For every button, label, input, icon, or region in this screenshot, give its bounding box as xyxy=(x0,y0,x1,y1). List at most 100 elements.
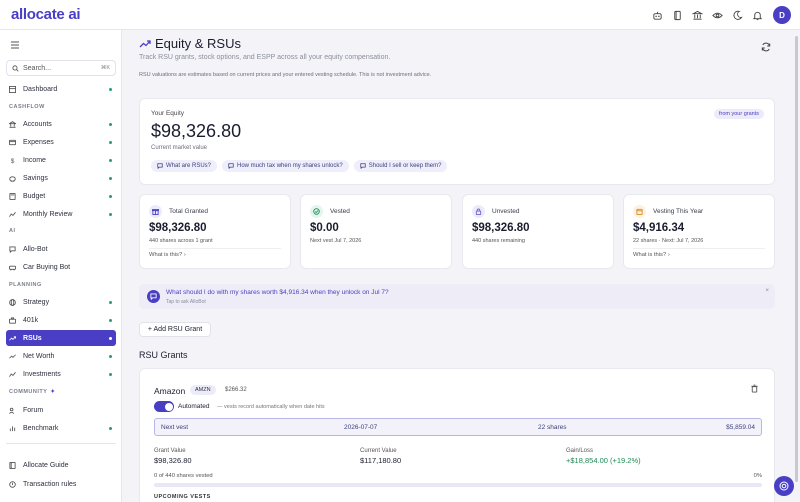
search-input[interactable]: Search... ⌘K xyxy=(6,60,116,76)
sidebar-item-label: Monthly Review xyxy=(23,210,73,218)
refresh-icon[interactable] xyxy=(761,42,771,52)
trash-icon[interactable] xyxy=(750,384,759,393)
stat-note: 440 shares across 1 grant xyxy=(149,238,213,244)
sidebar-item-label: RSUs xyxy=(23,334,42,342)
bell-icon[interactable] xyxy=(747,5,767,25)
book-icon[interactable] xyxy=(667,5,687,25)
moon-icon[interactable] xyxy=(727,5,747,25)
help-button[interactable] xyxy=(774,476,794,496)
top-icons: D xyxy=(647,0,800,30)
section-community-label: COMMUNITY xyxy=(9,389,48,395)
link-label: What is this? xyxy=(633,252,667,258)
chip-tax-question[interactable]: How much tax when my shares unlock? xyxy=(222,160,349,172)
status-dot xyxy=(109,122,112,126)
sidebar-item-monthly-review[interactable]: Monthly Review xyxy=(6,206,116,222)
sidebar-item-benchmark[interactable]: Benchmark xyxy=(6,420,116,436)
stat-value: $98,326.80 xyxy=(149,222,207,234)
bank-icon[interactable] xyxy=(687,5,707,25)
sparkle-icon: ✦ xyxy=(50,389,56,395)
close-icon[interactable]: × xyxy=(765,288,769,294)
stat-note: 22 shares · Next: Jul 7, 2026 xyxy=(633,238,704,244)
chip-what-are-rsus[interactable]: What are RSUs? xyxy=(151,160,218,172)
status-dot xyxy=(109,372,112,376)
chat-bubble-icon xyxy=(360,163,366,169)
hamburger-menu-icon[interactable] xyxy=(10,40,20,50)
sidebar-item-car-buying-bot[interactable]: Car Buying Bot xyxy=(6,259,116,275)
section-cashflow: CASHFLOW xyxy=(9,104,45,110)
sidebar-item-label: Income xyxy=(23,156,46,164)
sidebar-item-income[interactable]: $ Income xyxy=(6,152,116,168)
what-is-this-link[interactable]: What is this? › xyxy=(149,252,186,258)
stat-card-unvested: Unvested $98,326.80 440 shares remaining xyxy=(462,194,614,269)
sidebar-item-accounts[interactable]: Accounts xyxy=(6,116,116,132)
sidebar-item-label: Allocate Guide xyxy=(23,461,69,469)
vesting-progress-bar xyxy=(154,483,762,487)
calculator-icon xyxy=(9,192,16,200)
suggested-question: What should I do with my shares worth $4… xyxy=(166,289,389,296)
sidebar-item-label: Allo-Bot xyxy=(23,245,48,253)
eye-icon[interactable] xyxy=(707,5,727,25)
sidebar-item-label: Benchmark xyxy=(23,424,59,432)
grant-card: Amazon AMZN $266.32 Automated — vests re… xyxy=(139,368,775,502)
status-dot xyxy=(109,194,112,198)
stat-value: $4,916.34 xyxy=(633,222,685,234)
sidebar-item-budget[interactable]: Budget xyxy=(6,188,116,204)
chevron-right-icon: › xyxy=(183,252,186,258)
section-community: COMMUNITY ✦ xyxy=(9,389,56,395)
chat-bubble-icon xyxy=(9,245,16,253)
chat-bubble-icon xyxy=(147,290,160,303)
app-logo[interactable]: allocate ai xyxy=(11,6,81,23)
sidebar-item-rsus[interactable]: RSUs xyxy=(6,330,116,346)
status-dot xyxy=(109,300,112,304)
sidebar-item-forum[interactable]: Forum xyxy=(6,402,116,418)
trending-up-icon xyxy=(9,335,16,341)
current-value-label: Current Value xyxy=(360,448,397,454)
vested-shares-text: 0 of 440 shares vested xyxy=(154,473,213,479)
sidebar-item-allocate-guide[interactable]: Allocate Guide xyxy=(6,457,116,473)
status-dot xyxy=(109,318,112,322)
sidebar-item-label: Dashboard xyxy=(23,85,58,93)
page-scrollbar[interactable] xyxy=(795,36,798,482)
dashboard-icon xyxy=(9,85,16,93)
automated-toggle[interactable] xyxy=(154,401,174,412)
chip-label: What are RSUs? xyxy=(166,163,212,169)
sidebar-item-net-worth[interactable]: Net Worth xyxy=(6,348,116,364)
stat-label: Unvested xyxy=(492,208,520,215)
main-content: Equity & RSUs Track RSU grants, stock op… xyxy=(122,30,800,502)
next-vest-label: Next vest xyxy=(161,424,189,431)
section-title: RSU Grants xyxy=(139,350,188,360)
equity-label: Your Equity xyxy=(151,110,185,117)
sidebar-item-expenses[interactable]: Expenses xyxy=(6,134,116,150)
robot-icon[interactable] xyxy=(647,5,667,25)
chip-sell-or-keep[interactable]: Should I sell or keep them? xyxy=(353,160,448,172)
sidebar-item-label: Net Worth xyxy=(23,352,55,360)
gain-loss-label: Gain/Loss xyxy=(566,448,594,454)
sidebar-item-strategy[interactable]: Strategy xyxy=(6,294,116,310)
sidebar-item-label: Investments xyxy=(23,370,61,378)
search-icon xyxy=(12,64,19,72)
page-disclaimer: RSU valuations are estimates based on cu… xyxy=(139,72,432,78)
sidebar-item-investments[interactable]: Investments xyxy=(6,366,116,382)
dollar-icon: $ xyxy=(11,158,15,164)
sidebar-item-label: Forum xyxy=(23,406,44,414)
chip-label: Should I sell or keep them? xyxy=(368,163,442,169)
gift-icon xyxy=(149,205,162,218)
divider xyxy=(149,248,281,249)
upcoming-vests-heading: UPCOMING VESTS xyxy=(154,494,211,500)
sidebar-item-savings[interactable]: Savings xyxy=(6,170,116,186)
gain-loss-value: +$18,854.00 (+19.2%) xyxy=(566,456,641,465)
sidebar-item-transaction-rules[interactable]: Transaction rules xyxy=(6,476,116,492)
sidebar-item-401k[interactable]: 401k xyxy=(6,312,116,328)
automated-label: Automated xyxy=(178,403,210,410)
add-rsu-grant-button[interactable]: + Add RSU Grant xyxy=(139,322,211,337)
avatar[interactable]: D xyxy=(773,6,791,24)
sidebar-divider xyxy=(6,443,116,444)
sidebar-item-dashboard[interactable]: Dashboard xyxy=(6,81,116,97)
top-bar: allocate ai D xyxy=(0,0,800,30)
what-is-this-link[interactable]: What is this? › xyxy=(633,252,670,258)
sidebar-item-allo-bot[interactable]: Allo-Bot xyxy=(6,241,116,257)
book-icon xyxy=(9,461,16,469)
allobot-suggestion-banner[interactable]: What should I do with my shares worth $4… xyxy=(139,284,775,309)
chart-line-icon xyxy=(9,211,16,217)
chat-bubble-icon xyxy=(157,163,163,169)
